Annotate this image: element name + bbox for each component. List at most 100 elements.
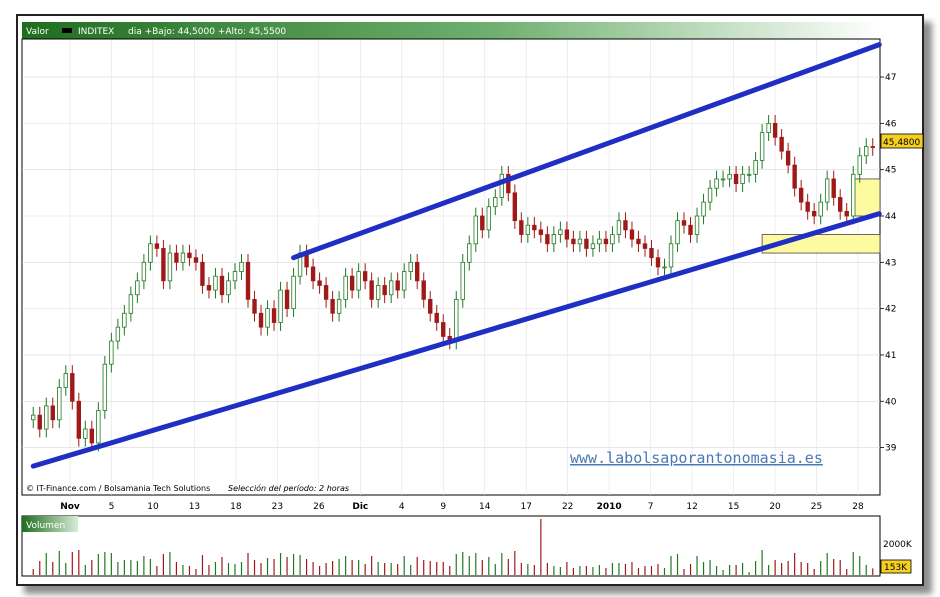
candle-body <box>382 285 387 296</box>
candle-body <box>642 243 648 249</box>
candle-body <box>694 215 700 235</box>
x-axis: Nov 5 10 13 18 23 26 Dic 4 9 14 17 22 2010 7 12 15 20 25 28 <box>60 502 864 512</box>
candle-body <box>128 294 134 314</box>
candle-body <box>193 257 199 263</box>
candle-body <box>37 414 42 430</box>
candle-body <box>44 405 49 430</box>
candle-body <box>167 252 173 282</box>
candle-body <box>362 271 368 282</box>
candle-body <box>571 238 576 245</box>
period-label: Selección del período: 2 horas <box>228 483 349 493</box>
ticker-swatch <box>62 28 72 33</box>
x-tick-label: 22 <box>562 502 573 512</box>
x-tick-label: 5 <box>109 502 115 512</box>
y-tick-label: 45 <box>885 166 896 176</box>
candle-body <box>772 122 778 138</box>
candle-body <box>720 178 726 181</box>
candle-body <box>597 238 602 245</box>
candle-body <box>727 173 732 180</box>
x-tick-label: 18 <box>230 502 242 512</box>
valor-label: Valor <box>26 27 49 37</box>
candle-body <box>831 178 836 198</box>
candle-body <box>655 257 661 268</box>
candle-body <box>616 220 622 235</box>
x-tick-label: 15 <box>728 502 739 512</box>
candle-body <box>278 289 283 323</box>
candle-body <box>232 271 238 282</box>
y-tick-label: 41 <box>885 351 896 361</box>
candle-body <box>785 150 791 166</box>
candle-body <box>779 136 784 152</box>
x-tick-label: 28 <box>852 502 864 512</box>
x-tick-label: 23 <box>272 502 283 512</box>
candle-body <box>245 261 251 300</box>
candle-body <box>310 266 316 282</box>
candle-body <box>291 275 296 310</box>
candle-body <box>811 210 817 217</box>
candle-body <box>336 298 342 314</box>
candle-body <box>213 275 218 291</box>
candle-body <box>649 248 654 259</box>
candle-body <box>271 308 277 323</box>
candle-body <box>525 224 531 235</box>
candle-body <box>115 326 121 342</box>
candle-body <box>584 238 589 249</box>
x-tick-label: 26 <box>313 502 325 512</box>
x-tick-label: 14 <box>479 502 491 512</box>
y-tick-label: 43 <box>885 258 896 268</box>
candle-body <box>564 229 570 240</box>
y-tick-label: 44 <box>885 212 897 222</box>
candle-body <box>388 280 394 296</box>
x-tick-label: Nov <box>60 502 80 512</box>
candle-body <box>707 187 713 203</box>
last-price-label: 45,4800 <box>883 138 920 148</box>
candle-body <box>395 280 400 291</box>
y-tick-label: 39 <box>885 444 897 454</box>
candle-body <box>226 280 231 296</box>
x-tick-label: 17 <box>520 502 531 512</box>
candle-body <box>512 192 518 222</box>
candle-body <box>538 229 544 235</box>
candle-body <box>864 146 869 157</box>
x-tick-label: 2010 <box>597 502 622 512</box>
candle-body <box>89 428 95 444</box>
candle-body <box>330 298 335 314</box>
candle-body <box>623 220 628 231</box>
candle-body <box>577 238 583 245</box>
candle-body <box>174 252 179 263</box>
candle-body <box>57 386 62 421</box>
ticker-label: INDITEX <box>78 27 114 37</box>
y-tick-label: 40 <box>885 397 897 407</box>
y-tick-label: 42 <box>885 305 896 315</box>
candle-body <box>857 155 862 175</box>
candle-body <box>818 201 823 217</box>
volume-label: Volumen <box>26 521 65 531</box>
candle-body <box>519 220 524 235</box>
y-tick-label: 47 <box>885 73 896 83</box>
candle-body <box>558 229 563 235</box>
candle-body <box>239 261 244 272</box>
candle-body <box>603 238 609 245</box>
candle-body <box>408 261 413 272</box>
x-tick-label: 9 <box>440 502 446 512</box>
x-tick-label: 20 <box>769 502 781 512</box>
candle-body <box>460 261 465 300</box>
candle-body <box>415 261 420 282</box>
candle-body <box>681 220 687 226</box>
candle-body <box>825 178 830 203</box>
candle-body <box>545 234 550 245</box>
x-tick-label: 12 <box>686 502 697 512</box>
x-tick-label: 13 <box>189 502 200 512</box>
candle-body <box>662 266 667 269</box>
candle-body <box>870 146 875 148</box>
candle-body <box>551 234 557 245</box>
volume-tick-last: 153K <box>884 563 908 573</box>
candle-body <box>102 363 108 411</box>
candle-body <box>200 261 205 286</box>
x-tick-label: 10 <box>147 502 159 512</box>
y-axis: 39 40 41 42 43 44 45 46 47 <box>880 73 897 454</box>
candle-body <box>532 224 537 231</box>
candle-body <box>187 252 192 259</box>
y-tick-label: 46 <box>885 119 897 129</box>
candle-body <box>753 160 758 175</box>
